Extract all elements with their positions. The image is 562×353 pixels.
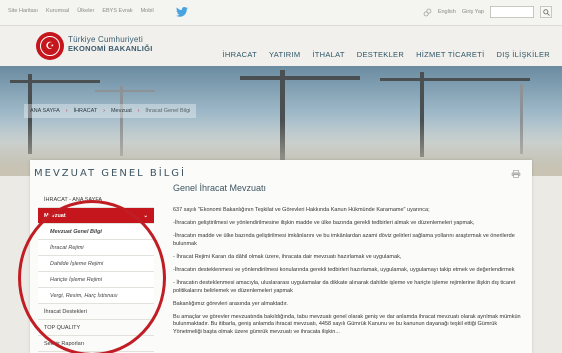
- crescent-star-icon: ☪: [40, 36, 60, 56]
- search-input[interactable]: [490, 6, 534, 18]
- breadcrumb-current: İhracat Genel Bilgi: [145, 108, 191, 114]
- crane-shape: [380, 78, 530, 81]
- main-navigation: İHRACAT YATIRIM İTHALAT DESTEKLER HİZMET…: [223, 50, 551, 59]
- menu-label: İHRACAT - ANA SAYFA: [44, 196, 103, 203]
- nav-ihracat[interactable]: İHRACAT: [223, 50, 257, 59]
- menu-label: TOP QUALITY: [44, 324, 81, 331]
- search-icon: [542, 8, 550, 16]
- nav-destekler[interactable]: DESTEKLER: [357, 50, 404, 59]
- nav-hizmet-ticareti[interactable]: HİZMET TİCARETİ: [416, 50, 484, 59]
- article-paragraph: -İhracatın madde ve ülke bazında gelişti…: [173, 233, 515, 247]
- menu-label: İhracat Destekleri: [44, 308, 87, 315]
- ministry-logo[interactable]: ☪: [36, 32, 64, 60]
- menu-mevzuat-genel-bilgi[interactable]: Mevzuat Genel Bilgi: [38, 224, 154, 240]
- article-paragraph: -İhracatın geliştirilmesi ve yönlendiril…: [173, 220, 475, 227]
- chevron-right-icon: ›: [103, 108, 105, 114]
- article-body: 637 sayılı "Ekonomi Bakanlığının Teşkila…: [173, 207, 525, 342]
- crane-shape: [95, 90, 155, 92]
- top-link-ebys[interactable]: EBYS Evrak: [102, 8, 132, 14]
- crane-shape: [240, 76, 360, 80]
- twitter-icon[interactable]: [176, 7, 188, 17]
- article-paragraph: Bu amaçlar ve görevler mevzuatında bakıl…: [173, 313, 521, 336]
- top-link-countries[interactable]: Ülkeler: [77, 8, 94, 14]
- search-button[interactable]: [540, 6, 552, 18]
- article-paragraph: 637 sayılı "Ekonomi Bakanlığının Teşkila…: [173, 207, 430, 213]
- breadcrumb: ANA SAYFA › İHRACAT › Mevzuat › İhracat …: [24, 104, 197, 118]
- article-paragraph: - İhracat Rejimi Kararı da dâhil olmak ü…: [173, 253, 402, 260]
- chevron-right-icon: ›: [65, 108, 68, 114]
- breadcrumb-section[interactable]: İHRACAT: [74, 108, 98, 114]
- top-link-mobile[interactable]: Mobil: [141, 8, 154, 14]
- chevron-right-icon: ›: [137, 108, 140, 114]
- crane-shape: [10, 80, 100, 83]
- nav-ithalat[interactable]: İTHALAT: [312, 50, 344, 59]
- chevron-down-icon: ⌄: [143, 212, 148, 219]
- menu-label: Vergi, Resim, Harç İstisnası: [50, 292, 118, 299]
- article-paragraph: - İhracatın desteklenmesi amacıyla, ulus…: [173, 280, 516, 294]
- left-menu: İHRACAT - ANA SAYFA Mevzuat ⌄ Mevzuat Gen…: [38, 192, 154, 352]
- brand-line-1: Türkiye Cumhuriyeti: [68, 35, 143, 44]
- top-links: Site Haritası Kurumsal Ülkeler EBYS Evra…: [8, 8, 154, 14]
- article-paragraph: Bakanlığımız görevleri arasında yer alma…: [173, 300, 288, 307]
- menu-label: Mevzuat: [44, 212, 66, 219]
- site-header: ☪ Türkiye Cumhuriyeti EKONOMİ BAKANLIĞI …: [0, 26, 562, 66]
- login-link[interactable]: Giriş Yap: [462, 9, 484, 15]
- menu-vergi-istisnasi[interactable]: Vergi, Resim, Harç İstisnası: [38, 288, 154, 304]
- print-icon[interactable]: [511, 170, 521, 178]
- top-link-site-map[interactable]: Site Haritası: [8, 8, 38, 14]
- breadcrumb-home[interactable]: ANA SAYFA: [30, 108, 60, 114]
- menu-label: Mevzuat Genel Bilgi: [50, 228, 102, 235]
- link-icon: [423, 8, 432, 16]
- menu-label: Dahilde İşleme Rejimi: [50, 260, 104, 267]
- article-title: Genel İhracat Mevzuatı: [173, 183, 267, 193]
- top-utility-bar: Site Haritası Kurumsal Ülkeler EBYS Evra…: [0, 0, 562, 26]
- panel-title: MEVZUAT GENEL BİLGİ: [34, 168, 187, 179]
- english-link[interactable]: English: [438, 9, 456, 15]
- top-link-corporate[interactable]: Kurumsal: [46, 8, 69, 14]
- menu-label: Sektör Raporları: [44, 340, 85, 347]
- top-right-tools: English Giriş Yap: [423, 6, 552, 18]
- menu-label: İhracat Rejimi: [50, 244, 84, 251]
- article-paragraph: -İhracatın desteklenmesi ve yönlendirilm…: [173, 266, 515, 273]
- menu-mevzuat[interactable]: Mevzuat ⌄: [38, 208, 154, 224]
- breadcrumb-sub[interactable]: Mevzuat: [111, 108, 132, 114]
- menu-top-quality[interactable]: TOP QUALITY: [38, 320, 154, 336]
- menu-ihracat-destekleri[interactable]: İhracat Destekleri: [38, 304, 154, 320]
- menu-haricte-isleme[interactable]: Hariçte İşleme Rejimi: [38, 272, 154, 288]
- nav-dis-iliskiler[interactable]: DIŞ İLİŞKİLER: [496, 50, 550, 59]
- menu-ihracat-rejimi[interactable]: İhracat Rejimi: [38, 240, 154, 256]
- menu-sektor-raporlari[interactable]: Sektör Raporları: [38, 336, 154, 352]
- menu-ihracat-ana-sayfa[interactable]: İHRACAT - ANA SAYFA: [38, 192, 154, 208]
- brand-line-2: EKONOMİ BAKANLIĞI: [68, 44, 153, 53]
- menu-dahilde-isleme[interactable]: Dahilde İşleme Rejimi: [38, 256, 154, 272]
- nav-yatirim[interactable]: YATIRIM: [269, 50, 300, 59]
- menu-label: Hariçte İşleme Rejimi: [50, 276, 102, 283]
